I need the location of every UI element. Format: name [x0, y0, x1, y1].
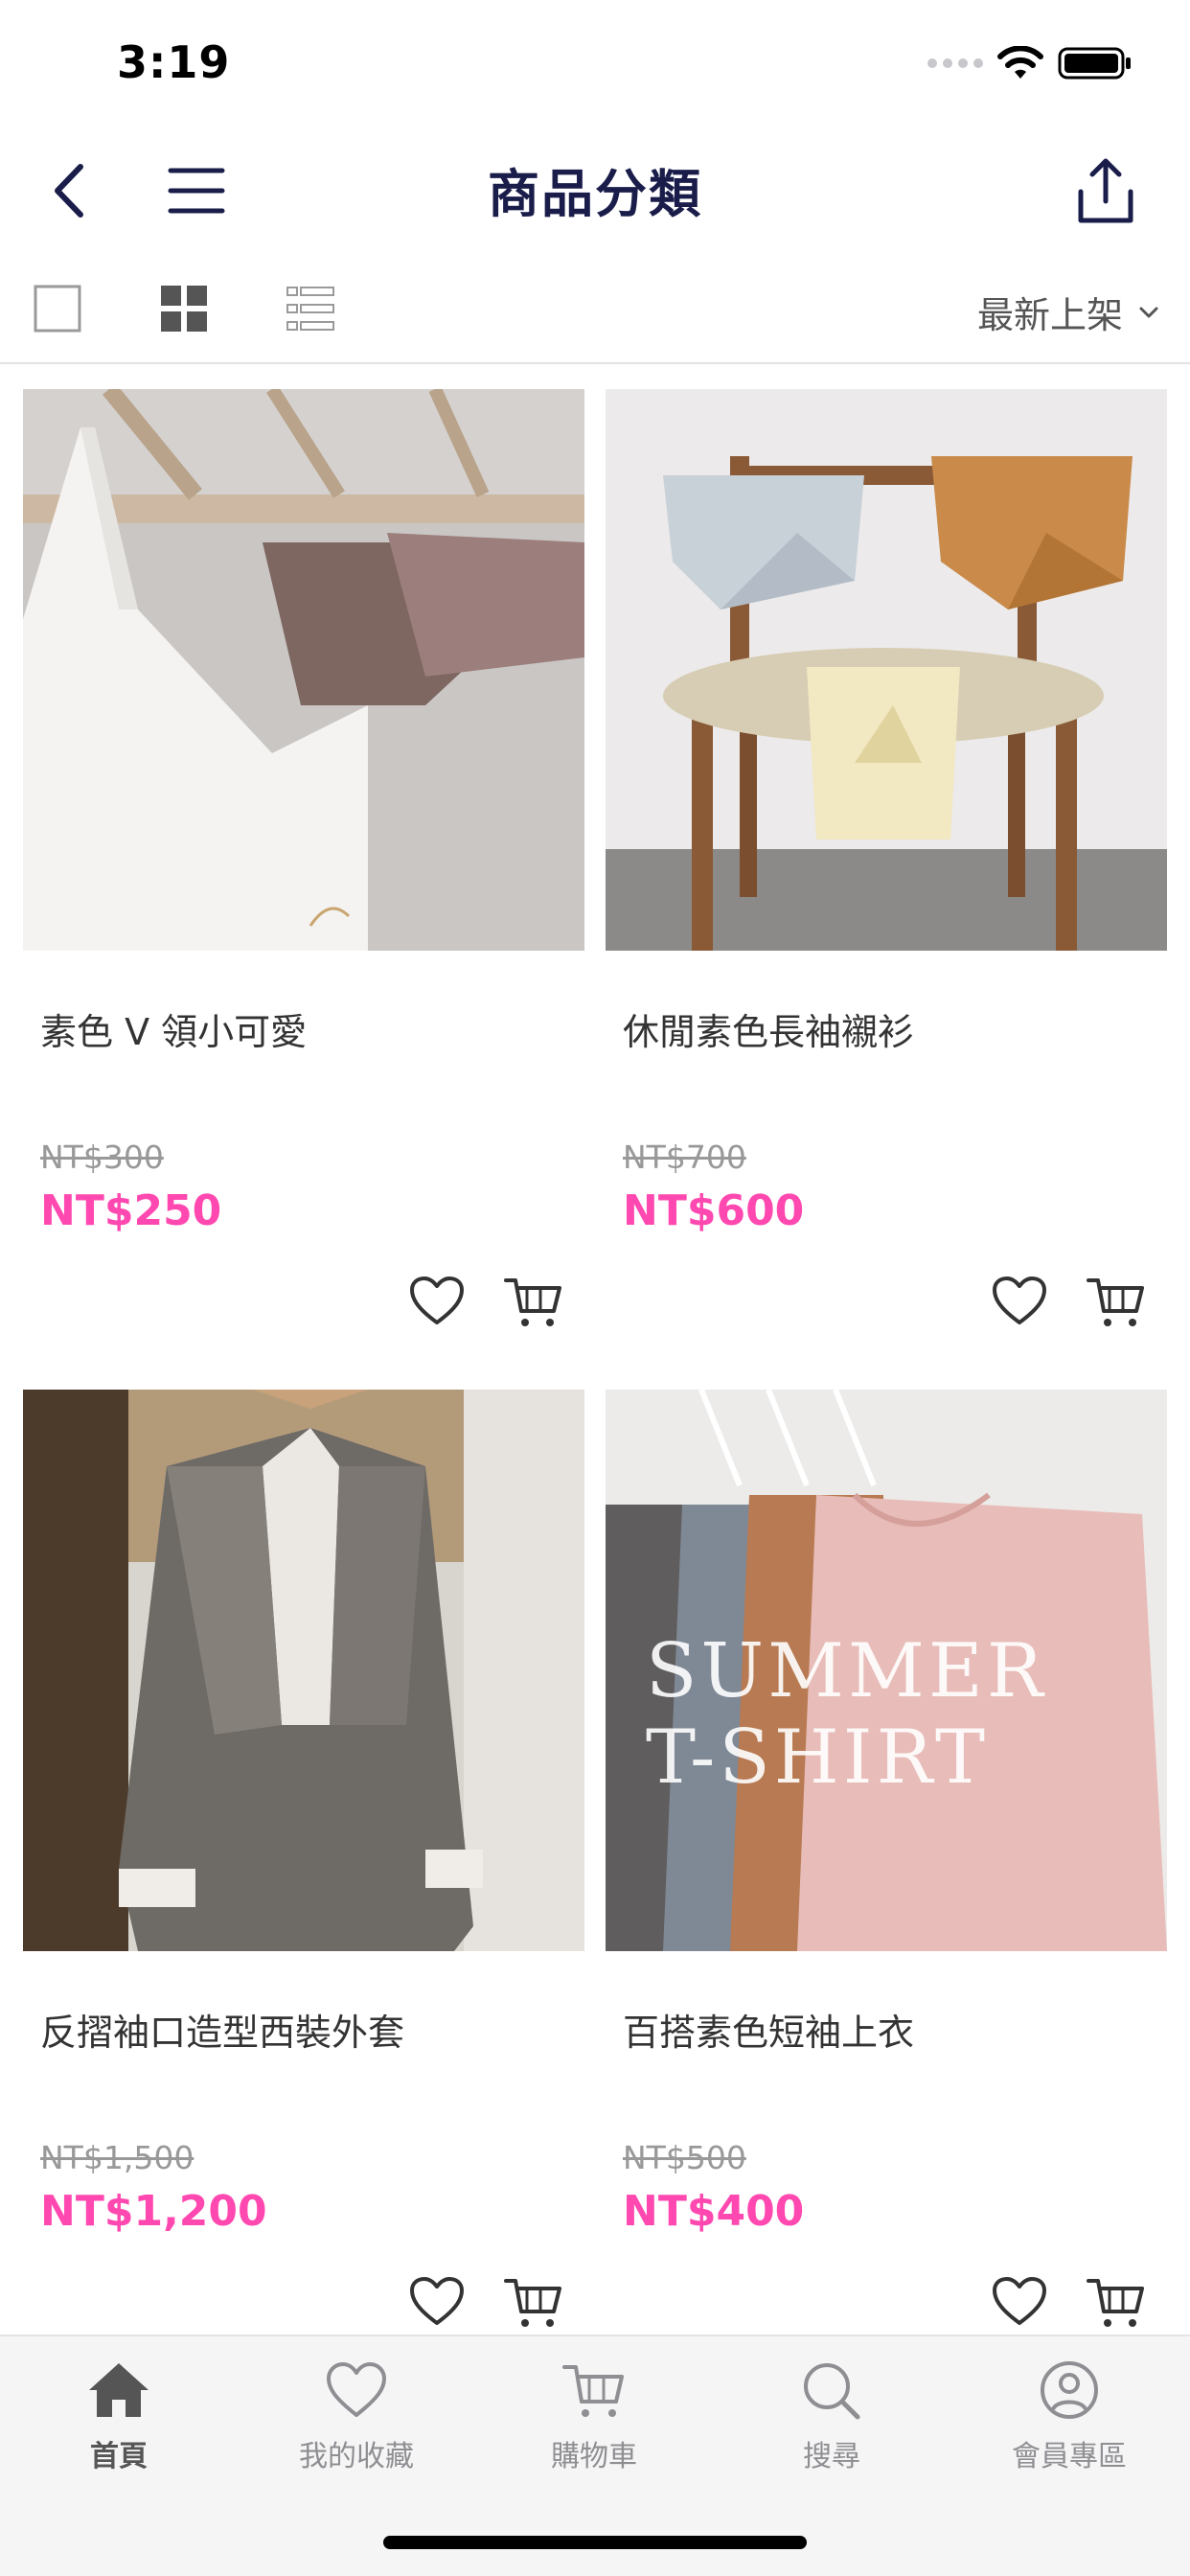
- image-text-tshirt: T-SHIRT: [646, 1714, 989, 1801]
- tab-label: 會員專區: [1012, 2440, 1127, 2473]
- tab-label: 搜尋: [803, 2440, 860, 2473]
- heart-icon[interactable]: [406, 2271, 468, 2333]
- sort-label: 最新上架: [976, 294, 1123, 336]
- home-indicator: [383, 2536, 807, 2549]
- product-image-tshirts[interactable]: SUMMER T-SHIRT: [606, 1390, 1167, 1951]
- product-card[interactable]: 素色 V 領小可愛 NT$300 NT$250: [23, 389, 584, 1367]
- cart-icon[interactable]: [1085, 2271, 1146, 2333]
- cart-icon: [562, 2365, 624, 2417]
- sale-price: NT$250: [40, 1186, 222, 1235]
- nav-bar: 商品分類: [0, 134, 1190, 249]
- cart-icon[interactable]: [502, 2271, 563, 2333]
- heart-icon[interactable]: [989, 1271, 1050, 1332]
- status-indicators: [927, 46, 1133, 80]
- product-card[interactable]: SUMMER T-SHIRT 百搭素色短袖上衣 NT$500 NT$400: [606, 1390, 1167, 2367]
- battery-icon: [1058, 47, 1131, 80]
- heart-icon: [327, 2362, 386, 2417]
- heart-icon[interactable]: [406, 1271, 468, 1332]
- signal-icon: [927, 58, 983, 68]
- sale-price: NT$400: [623, 2187, 805, 2236]
- view-toolbar: 最新上架: [0, 259, 1190, 364]
- grid-view-icon[interactable]: [159, 284, 209, 334]
- original-price: NT$500: [623, 2139, 746, 2176]
- product-name[interactable]: 百搭素色短袖上衣: [623, 2003, 914, 2056]
- wifi-icon: [997, 46, 1043, 79]
- sale-price: NT$1,200: [40, 2187, 267, 2236]
- tab-label: 購物車: [551, 2440, 637, 2473]
- tab-favorites[interactable]: 我的收藏: [261, 2359, 452, 2474]
- heart-icon[interactable]: [989, 2271, 1050, 2333]
- page-title: 商品分類: [488, 164, 702, 224]
- home-icon: [89, 2363, 149, 2417]
- product-image-camisole[interactable]: [23, 389, 584, 951]
- chevron-down-icon: [1139, 307, 1158, 317]
- tab-label: 我的收藏: [299, 2440, 414, 2473]
- product-image-blazer[interactable]: [23, 1390, 584, 1951]
- tab-label: 首頁: [90, 2440, 148, 2473]
- share-icon[interactable]: [1067, 153, 1144, 230]
- tab-search[interactable]: 搜尋: [736, 2359, 927, 2474]
- tab-member[interactable]: 會員專區: [973, 2359, 1165, 2474]
- original-price: NT$1,500: [40, 2139, 195, 2176]
- sort-dropdown[interactable]: 最新上架: [977, 286, 1161, 338]
- cart-icon[interactable]: [1085, 1271, 1146, 1332]
- original-price: NT$300: [40, 1138, 164, 1176]
- status-bar: 3:19: [0, 0, 1190, 126]
- product-name[interactable]: 素色 V 領小可愛: [40, 1002, 307, 1055]
- product-card[interactable]: 休閒素色長袖襯衫 NT$700 NT$600: [606, 389, 1167, 1367]
- user-icon: [1041, 2361, 1098, 2419]
- status-time: 3:19: [117, 36, 231, 88]
- list-view-icon[interactable]: [286, 284, 335, 334]
- sale-price: NT$600: [623, 1186, 805, 1235]
- tab-home[interactable]: 首頁: [23, 2359, 215, 2474]
- original-price: NT$700: [623, 1138, 746, 1176]
- product-name[interactable]: 休閒素色長袖襯衫: [623, 1002, 914, 1055]
- product-name[interactable]: 反摺袖口造型西裝外套: [40, 2003, 404, 2056]
- search-icon: [804, 2363, 860, 2420]
- product-card[interactable]: 反摺袖口造型西裝外套 NT$1,500 NT$1,200: [23, 1390, 584, 2367]
- single-view-icon[interactable]: [33, 284, 82, 334]
- cart-icon[interactable]: [502, 1271, 563, 1332]
- product-image-shirts[interactable]: [606, 389, 1167, 951]
- tab-cart[interactable]: 購物車: [498, 2359, 690, 2474]
- image-text-summer: SUMMER: [646, 1628, 1047, 1714]
